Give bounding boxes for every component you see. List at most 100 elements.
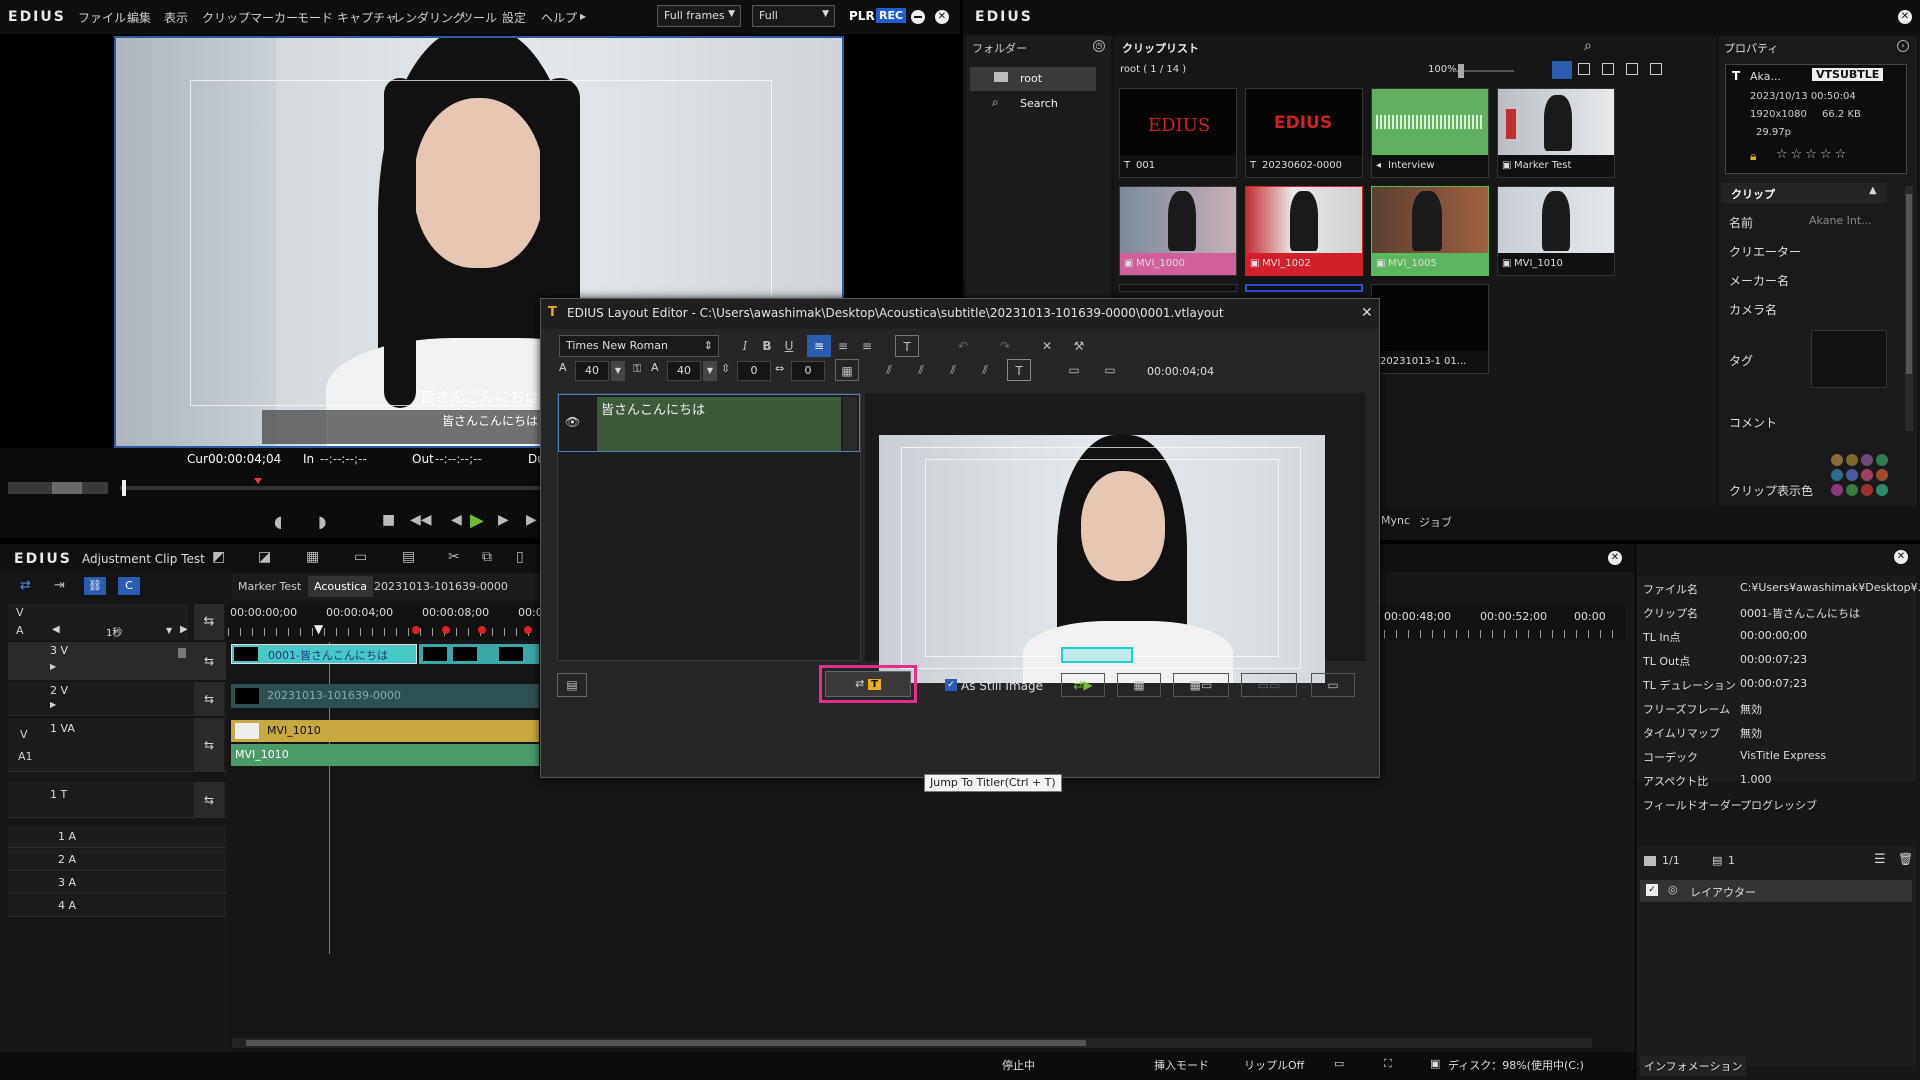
tab-acoustica[interactable]: Acoustica — [308, 576, 373, 597]
tools-icon[interactable]: ⚒ — [1067, 335, 1091, 357]
tag-field[interactable] — [1811, 330, 1887, 388]
jump-to-titler-button[interactable]: ⇄ T — [825, 671, 911, 697]
menu-tools[interactable]: ツール — [461, 9, 497, 26]
text-layout-button[interactable]: ▦ — [835, 359, 859, 381]
replace-button[interactable]: ▭▭ — [1241, 673, 1297, 697]
clip-thumb[interactable] — [1245, 284, 1363, 292]
menu-file[interactable]: ファイル — [78, 9, 126, 26]
close-icon[interactable]: ✕ — [1608, 551, 1622, 565]
track-1a[interactable]: 1 A — [8, 826, 226, 848]
close-icon[interactable]: ✕ — [935, 10, 949, 24]
track-2a[interactable]: 2 A — [8, 849, 226, 871]
minimize-icon[interactable] — [911, 10, 925, 24]
scale-value[interactable]: 1秒 — [106, 624, 122, 639]
tab-sequence[interactable]: 20231013-101639-0000 — [374, 580, 508, 593]
lock-icon[interactable]: ⚿ — [633, 362, 641, 376]
history-icon[interactable]: ◷ — [1093, 40, 1105, 52]
set-in-icon[interactable]: ◖ — [274, 512, 282, 531]
underline-button[interactable]: U — [777, 335, 801, 357]
timeline-clip-title[interactable]: 0001-皆さんこんにちは — [231, 644, 417, 664]
chevron-left-icon[interactable]: ◀ — [52, 624, 60, 635]
redo-icon[interactable]: ↷ — [993, 335, 1017, 357]
chevron-right-icon[interactable]: ▶ — [180, 624, 188, 635]
expand-icon[interactable]: ▶ — [50, 662, 56, 671]
group-icon[interactable]: C — [118, 577, 140, 595]
tab-information[interactable]: インフォメーション — [1640, 1056, 1747, 1076]
quality-combo[interactable]: Full ▼ — [752, 5, 835, 27]
font-combo[interactable]: Times New Roman ⇕ — [559, 335, 719, 357]
view-detail-icon[interactable] — [1650, 63, 1662, 75]
bold-button[interactable]: B — [755, 335, 779, 357]
menu-settings[interactable]: 設定 — [502, 9, 526, 26]
view-list-icon[interactable] — [1626, 63, 1638, 75]
tab-marker-test[interactable]: Marker Test — [234, 580, 305, 593]
color-swatch[interactable] — [1876, 484, 1888, 496]
folder-root[interactable]: root — [970, 67, 1096, 91]
color-swatch[interactable] — [1876, 469, 1888, 481]
layout-icon[interactable]: ▦ — [306, 549, 319, 565]
clip-thumb[interactable]: ▣ Marker Test — [1497, 88, 1615, 178]
color-swatch[interactable] — [1861, 469, 1873, 481]
track-4a[interactable]: 4 A — [8, 895, 226, 917]
menu-render[interactable]: レンダリング — [393, 9, 465, 26]
color-swatch[interactable] — [1861, 454, 1873, 466]
chevron-down-icon[interactable]: ▼ — [166, 626, 172, 635]
menu-mode[interactable]: モード — [297, 9, 333, 26]
status-ripple[interactable]: リップルOff — [1244, 1057, 1304, 1073]
clip-thumb[interactable]: EDIUS T 20230602-0000 — [1245, 88, 1363, 178]
clip-thumb[interactable]: ▣ MVI_1000 — [1119, 186, 1237, 276]
eye-icon[interactable]: 👁︎ — [565, 415, 580, 429]
text-box-button[interactable]: T — [895, 335, 919, 357]
char-spacing-field[interactable]: 0 — [791, 361, 825, 381]
title-area-button[interactable]: ▭ — [1095, 359, 1125, 381]
safe-area-button[interactable]: ▭ — [1059, 359, 1089, 381]
lock-icon[interactable]: 🔒︎ — [1750, 149, 1756, 164]
save-icon[interactable]: ▤ — [402, 549, 415, 565]
layer-row[interactable]: ✓ ◎ レイアウター — [1640, 880, 1912, 902]
line-spacing-field[interactable]: 0 — [737, 361, 771, 381]
swap-icon[interactable]: ⇆ — [194, 682, 224, 716]
plr-button[interactable]: PLR — [849, 9, 875, 23]
view-medium-icon[interactable] — [1578, 63, 1590, 75]
v-patch-label[interactable]: V — [20, 728, 28, 741]
play-preview-button[interactable]: ⇄▶ — [1061, 673, 1105, 697]
rec-button[interactable]: REC — [876, 8, 907, 23]
position-handle[interactable] — [122, 480, 126, 496]
color-swatch[interactable] — [1831, 469, 1843, 481]
italic-button[interactable]: I — [733, 335, 757, 357]
timeline-hscrollbar[interactable] — [232, 1038, 1592, 1048]
list-icon[interactable]: ☰ — [1874, 852, 1886, 867]
font-width-field[interactable]: 40 — [667, 361, 701, 381]
tab-jobs[interactable]: ジョブ — [1419, 514, 1452, 530]
clip-thumb[interactable] — [1119, 284, 1237, 292]
swap-icon[interactable]: ⇆ — [194, 782, 224, 818]
close-icon[interactable]: ✕ — [1361, 305, 1373, 321]
color-swatches[interactable] — [1827, 454, 1888, 506]
color-swatch[interactable] — [1846, 469, 1858, 481]
settings-button[interactable]: ▭ — [1311, 673, 1355, 697]
color-swatch[interactable] — [1831, 454, 1843, 466]
menu-marker[interactable]: マーカー — [250, 9, 298, 26]
insert-mode-icon[interactable]: ⇥ — [54, 578, 65, 593]
link-icon[interactable]: ⛓ — [84, 577, 106, 595]
timeline-clip-sequence[interactable]: 20231013-101639-0000 — [231, 684, 539, 708]
effect2-icon[interactable]: ⫽ — [909, 359, 933, 381]
effect3-icon[interactable]: ⫽ — [941, 359, 965, 381]
menu-clip[interactable]: クリップ — [202, 9, 250, 26]
timeline-clip-title-2[interactable] — [419, 644, 539, 664]
rating-stars-icon[interactable]: ☆☆☆☆☆ — [1776, 147, 1849, 162]
font-size-field[interactable]: 40 — [575, 361, 609, 381]
close-icon[interactable]: ✕ — [1894, 550, 1908, 564]
text-scrollbar[interactable] — [843, 397, 857, 451]
clip-thumb[interactable]: ◂ Interview — [1371, 88, 1489, 178]
timeline-clip-audio[interactable]: MVI_1010 — [231, 744, 539, 766]
cut-icon[interactable]: ✂ — [448, 549, 460, 565]
stop-icon[interactable]: ■ — [382, 512, 395, 528]
status-mode[interactable]: 挿入モード — [1154, 1057, 1209, 1073]
step-back-icon[interactable]: ◀ — [451, 512, 462, 528]
menu-edit[interactable]: 編集 — [127, 9, 151, 26]
mode-icon[interactable]: ◪ — [258, 549, 271, 565]
clip-thumb[interactable]: ▣ MVI_1010 — [1497, 186, 1615, 276]
undo-icon[interactable]: ↶ — [951, 335, 975, 357]
playhead-icon[interactable]: ▼ — [314, 622, 323, 636]
